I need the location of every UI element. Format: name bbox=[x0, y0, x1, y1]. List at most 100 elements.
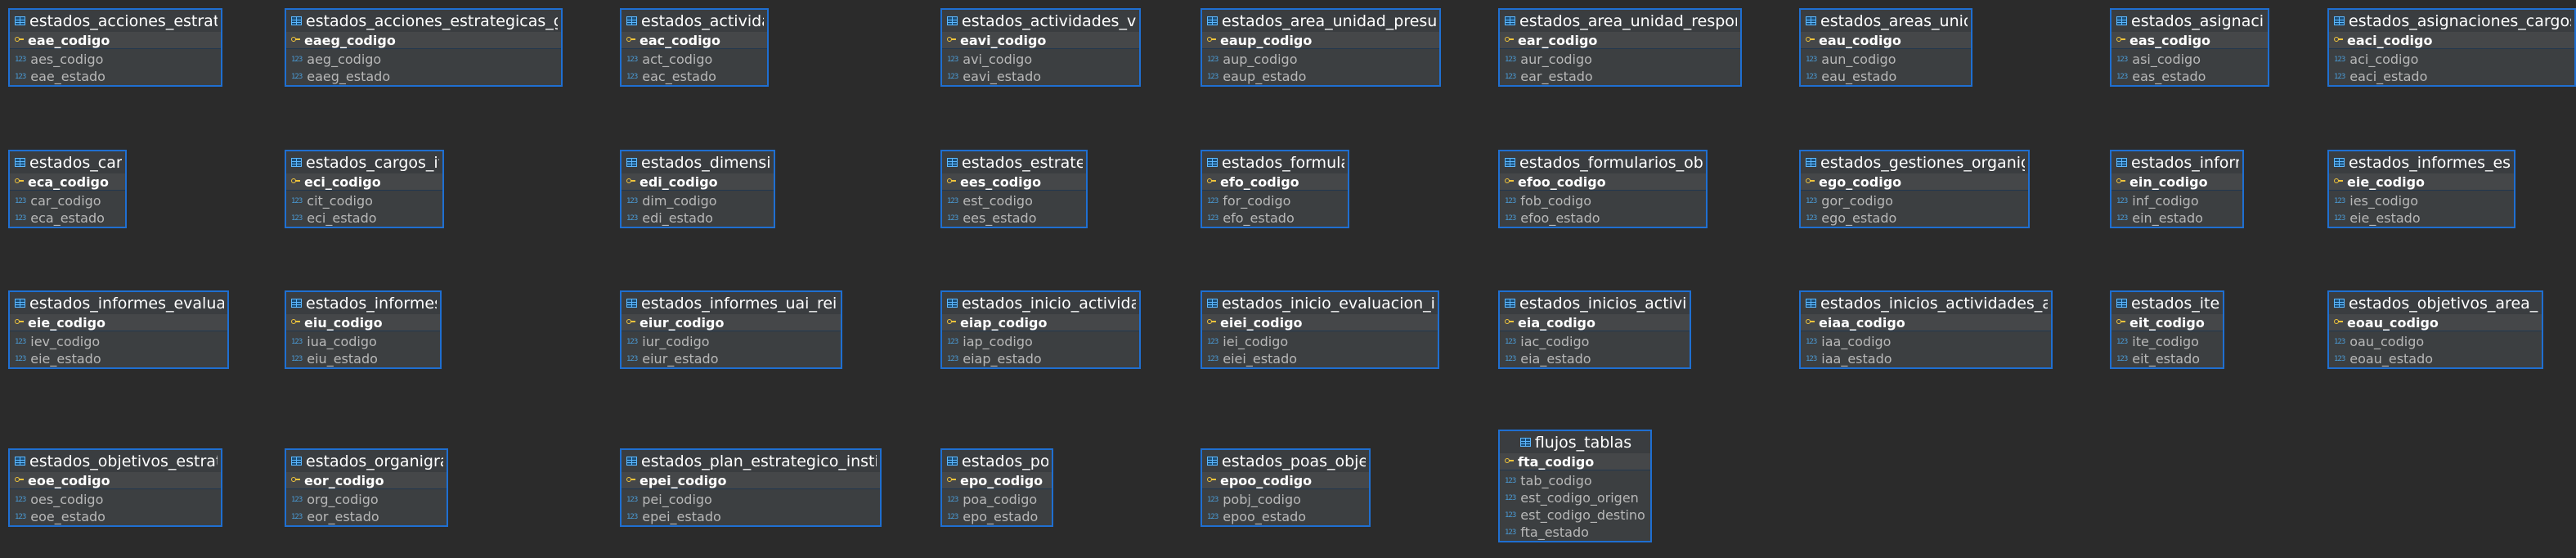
attribute-row[interactable]: 123 eaeg_estado bbox=[286, 68, 561, 85]
attribute-row[interactable]: 123 efoo_estado bbox=[1500, 209, 1706, 227]
entity-header[interactable]: estados_formularios bbox=[1202, 151, 1348, 173]
entity-table[interactable]: estados_areas_unidadeseau_codigo123aun_c… bbox=[1799, 8, 1972, 87]
entity-table[interactable]: estados_organigramaseor_codigo123org_cod… bbox=[285, 448, 448, 527]
attribute-row[interactable]: 123 iev_codigo bbox=[10, 333, 227, 350]
entity-header[interactable]: estados_plan_estrategico_institucional bbox=[622, 450, 880, 472]
entity-table[interactable]: estados_plan_estrategico_institucionalep… bbox=[620, 448, 882, 527]
entity-header[interactable]: estados_asignaciones bbox=[2112, 10, 2268, 32]
attribute-row[interactable]: 123 eiei_estado bbox=[1202, 350, 1438, 367]
entity-table[interactable]: estados_poasepo_codigo123poa_codigo123ep… bbox=[940, 448, 1053, 527]
attribute-row[interactable]: 123 act_codigo bbox=[622, 51, 767, 68]
primary-key-row[interactable]: eca_codigo bbox=[10, 173, 125, 191]
entity-header[interactable]: estados_acciones_estrategicas bbox=[10, 10, 221, 32]
entity-table[interactable]: estados_actividadeseac_codigo 123act_codi… bbox=[620, 8, 769, 87]
entity-table[interactable]: estados_informes_uai_reingresoseiur_codi… bbox=[620, 290, 842, 369]
attribute-row[interactable]: 123 eau_estado bbox=[1801, 68, 1971, 85]
entity-header[interactable]: estados_actividades bbox=[622, 10, 767, 32]
primary-key-row[interactable]: eia_codigo bbox=[1500, 314, 1690, 331]
primary-key-row[interactable]: eie_codigo bbox=[2329, 173, 2514, 191]
attribute-row[interactable]: 123 eie_estado bbox=[10, 350, 227, 367]
entity-header[interactable]: estados_asignaciones_cargos_items bbox=[2329, 10, 2574, 32]
entity-table[interactable]: estados_cargoseca_codigo123car_codigo123… bbox=[8, 150, 127, 228]
attribute-row[interactable]: 123 eoe_estado bbox=[10, 508, 221, 525]
entity-table[interactable]: estados_objetivos_area_unidadeoau_codigo… bbox=[2327, 290, 2543, 369]
primary-key-row[interactable]: eit_codigo bbox=[2112, 314, 2223, 331]
entity-header[interactable]: estados_formularios_objetivos bbox=[1500, 151, 1706, 173]
entity-header[interactable]: estados_dimensiones bbox=[622, 151, 774, 173]
entity-table[interactable]: estados_inicio_evaluacion_informeeiei_co… bbox=[1200, 290, 1439, 369]
entity-header[interactable]: estados_area_unidad_responsable bbox=[1500, 10, 1740, 32]
entity-table[interactable]: estados_inicio_actividad_poaeiap_codigo1… bbox=[940, 290, 1141, 369]
attribute-row[interactable]: 123 gor_codigo bbox=[1801, 192, 2028, 209]
primary-key-row[interactable]: ein_codigo bbox=[2112, 173, 2242, 191]
primary-key-row[interactable]: epei_codigo bbox=[622, 472, 880, 489]
attribute-row[interactable]: 123 aes_codigo bbox=[10, 51, 221, 68]
entity-table[interactable]: estados_estrategiasees_codigo123est_codi… bbox=[940, 150, 1088, 228]
attribute-row[interactable]: 123 for_codigo bbox=[1202, 192, 1348, 209]
primary-key-row[interactable]: eiu_codigo bbox=[286, 314, 440, 331]
entity-header[interactable]: estados_informes bbox=[2112, 151, 2242, 173]
attribute-row[interactable]: 123 aeg_codigo bbox=[286, 51, 561, 68]
entity-table[interactable]: estados_inicios_actividadeseia_codigo 123… bbox=[1498, 290, 1691, 369]
attribute-row[interactable]: 123 eor_estado bbox=[286, 508, 447, 525]
entity-header[interactable]: estados_cargos bbox=[10, 151, 125, 173]
attribute-row[interactable]: 123 poa_codigo bbox=[942, 491, 1052, 508]
primary-key-row[interactable]: eaup_codigo bbox=[1202, 32, 1439, 49]
attribute-row[interactable]: 123 aci_codigo bbox=[2329, 51, 2574, 68]
attribute-row[interactable]: 123 oau_codigo bbox=[2329, 333, 2542, 350]
entity-header[interactable]: estados_informes_uai_reingresos bbox=[622, 292, 841, 314]
entity-table[interactable]: estados_informes_estadoseie_codigo123ies… bbox=[2327, 150, 2515, 228]
primary-key-row[interactable]: eaci_codigo bbox=[2329, 32, 2574, 49]
attribute-row[interactable]: 123 iei_codigo bbox=[1202, 333, 1438, 350]
entity-table[interactable]: estados_inicios_actividades_adicionalese… bbox=[1799, 290, 2053, 369]
entity-header[interactable]: estados_poas_objetivos bbox=[1202, 450, 1369, 472]
primary-key-row[interactable]: eiaa_codigo bbox=[1801, 314, 2051, 331]
entity-header[interactable]: estados_items bbox=[2112, 292, 2223, 314]
attribute-row[interactable]: 123 eoau_estado bbox=[2329, 350, 2542, 367]
entity-table[interactable]: estados_informes_evaluacioneseie_codigo1… bbox=[8, 290, 229, 369]
primary-key-row[interactable]: eac_codigo bbox=[622, 32, 767, 49]
attribute-row[interactable]: 123 epoo_estado bbox=[1202, 508, 1369, 525]
primary-key-row[interactable]: eiap_codigo bbox=[942, 314, 1139, 331]
primary-key-row[interactable]: epo_codigo bbox=[942, 472, 1052, 489]
attribute-row[interactable]: 123 est_codigo bbox=[942, 192, 1086, 209]
attribute-row[interactable]: 123 eiap_estado bbox=[942, 350, 1139, 367]
attribute-row[interactable]: 123 ies_codigo bbox=[2329, 192, 2514, 209]
attribute-row[interactable]: 123 eci_estado bbox=[286, 209, 442, 227]
entity-header[interactable]: estados_gestiones_organigramas bbox=[1801, 151, 2028, 173]
attribute-row[interactable]: 123 fta_estado bbox=[1500, 524, 1650, 541]
primary-key-row[interactable]: eoe_codigo bbox=[10, 472, 221, 489]
attribute-row[interactable]: 123 ees_estado bbox=[942, 209, 1086, 227]
entity-header[interactable]: estados_informes_evaluaciones bbox=[10, 292, 227, 314]
attribute-row[interactable]: 123 iaa_codigo bbox=[1801, 333, 2051, 350]
entity-header[interactable]: estados_informes_uai bbox=[286, 292, 440, 314]
attribute-row[interactable]: 123 oes_codigo bbox=[10, 491, 221, 508]
attribute-row[interactable]: 123 eae_estado bbox=[10, 68, 221, 85]
primary-key-row[interactable]: eavi_codigo bbox=[942, 32, 1139, 49]
entity-table[interactable]: estados_acciones_estrategicas_gestioneae… bbox=[285, 8, 563, 87]
entity-table[interactable]: flujos_tablas fta_codigo 123 tab_codigo 123 e… bbox=[1498, 430, 1652, 542]
attribute-row[interactable]: 123 ite_codigo bbox=[2112, 333, 2223, 350]
attribute-row[interactable]: 123 dim_codigo bbox=[622, 192, 774, 209]
attribute-row[interactable]: 123 iac_codigo bbox=[1500, 333, 1690, 350]
attribute-row[interactable]: 123 est_codigo_origen bbox=[1500, 489, 1650, 506]
entity-table[interactable]: estados_objetivos_estrategicos eoe_codigo… bbox=[8, 448, 222, 527]
attribute-row[interactable]: 123 car_codigo bbox=[10, 192, 125, 209]
attribute-row[interactable]: 123 eaup_estado bbox=[1202, 68, 1439, 85]
attribute-row[interactable]: 123 avi_codigo bbox=[942, 51, 1139, 68]
attribute-row[interactable]: 123 pei_codigo bbox=[622, 491, 880, 508]
attribute-row[interactable]: 123 efo_estado bbox=[1202, 209, 1348, 227]
entity-table[interactable]: estados_area_unidad_presupuestaria eaup_c… bbox=[1200, 8, 1441, 87]
primary-key-row[interactable]: eiur_codigo bbox=[622, 314, 841, 331]
entity-header[interactable]: estados_acciones_estrategicas_gestion bbox=[286, 10, 561, 32]
attribute-row[interactable]: 123 iur_codigo bbox=[622, 333, 841, 350]
entity-header[interactable]: estados_cargos_items bbox=[286, 151, 442, 173]
attribute-row[interactable]: 123 eas_estado bbox=[2112, 68, 2268, 85]
attribute-row[interactable]: 123 asi_codigo bbox=[2112, 51, 2268, 68]
entity-header[interactable]: estados_inicio_evaluacion_informe bbox=[1202, 292, 1438, 314]
attribute-row[interactable]: 123 ego_estado bbox=[1801, 209, 2028, 227]
attribute-row[interactable]: 123 epo_estado bbox=[942, 508, 1052, 525]
entity-header[interactable]: estados_inicios_actividades bbox=[1500, 292, 1690, 314]
attribute-row[interactable]: 123 eia_estado bbox=[1500, 350, 1690, 367]
entity-header[interactable]: estados_areas_unidades bbox=[1801, 10, 1971, 32]
